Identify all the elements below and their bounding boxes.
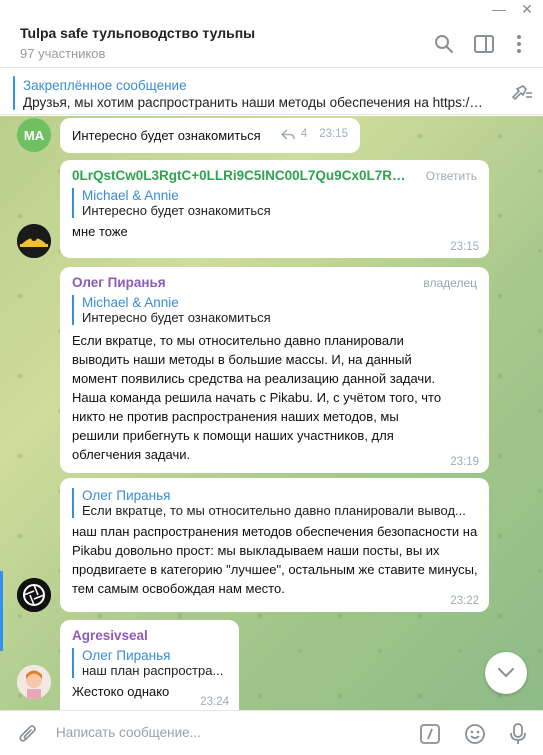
chat-header: Tulpa safe тульповодство тульпы 97 участ… (0, 20, 543, 68)
reply-author: Олег Пиранья (82, 648, 171, 663)
reply-action[interactable]: Ответить (426, 169, 477, 183)
reply-author: Michael & Annie (82, 188, 179, 203)
message-input[interactable]: Написать сообщение... (56, 725, 201, 740)
message-text: мне тоже (72, 224, 128, 239)
avatar[interactable]: MA (17, 118, 51, 152)
reply-text: Если вкратце, то мы относительно давно п… (82, 503, 466, 518)
pinned-text: Друзья, мы хотим распространить наши мет… (23, 95, 483, 110)
message-time: 23:22 (450, 595, 479, 607)
attach-icon[interactable] (14, 720, 42, 748)
more-vert-icon[interactable] (505, 30, 533, 58)
pin-list-icon[interactable] (509, 83, 532, 101)
message-text: Если вкратце, то мы относительно давно п… (72, 333, 442, 462)
sender-name[interactable]: Олег Пиранья (72, 267, 477, 290)
window-titlebar: — ✕ (0, 0, 543, 20)
selection-indicator (0, 571, 3, 651)
sender-name[interactable]: 0LrQstCw0L3RgtC+0LLRi9C5INC00L7Qu9Cx0L7R… (72, 160, 412, 183)
sidebar-toggle-icon[interactable] (470, 30, 498, 58)
reply-quote[interactable]: Michael & Annie Интересно будет ознакоми… (72, 188, 477, 218)
reply-quote[interactable]: Олег Пиранья наш план распростра... (72, 648, 227, 678)
message-time: 23:24 (200, 696, 229, 708)
close-icon[interactable]: ✕ (515, 0, 539, 20)
sender-name[interactable]: Agresivseal (72, 620, 227, 643)
reply-text: наш план распростра... (82, 663, 224, 678)
bot-commands-icon[interactable] (416, 720, 444, 748)
chevron-down-icon (498, 668, 514, 678)
message-bubble[interactable]: Agresivseal Олег Пиранья наш план распро… (60, 620, 239, 710)
message-text: наш план распространения методов обеспеч… (72, 524, 478, 596)
message-bubble[interactable]: Олег Пиранья Если вкратце, то мы относит… (60, 478, 489, 612)
pinned-title: Закреплённое сообщение (23, 78, 187, 93)
emoji-icon[interactable] (461, 720, 489, 748)
message-bubble[interactable]: 0LrQstCw0L3RgtC+0LLRi9C5INC00L7Qu9Cx0L7R… (60, 160, 489, 258)
pinned-message-bar[interactable]: Закреплённое сообщение Друзья, мы хотим … (0, 69, 543, 115)
minimize-icon[interactable]: — (487, 0, 511, 20)
pinned-indicator (13, 76, 15, 110)
reply-arrow-icon (280, 128, 295, 140)
avatar[interactable] (17, 578, 51, 612)
message-composer: Написать сообщение... (0, 710, 543, 755)
message-list[interactable]: MA Интересно будет ознакомиться 4 23:15 … (0, 116, 543, 710)
avatar[interactable] (17, 665, 51, 699)
reply-text: Интересно будет ознакомиться (82, 203, 271, 218)
reply-quote[interactable]: Michael & Annie Интересно будет ознакоми… (72, 295, 477, 325)
avatar[interactable] (17, 224, 51, 258)
message-time: 23:15 (319, 128, 348, 140)
search-icon[interactable] (430, 30, 458, 58)
reply-text: Интересно будет ознакомиться (82, 310, 271, 325)
message-time: 23:19 (450, 456, 479, 468)
message-bubble[interactable]: Интересно будет ознакомиться 4 23:15 (60, 118, 360, 153)
microphone-icon[interactable] (504, 720, 532, 748)
reply-quote[interactable]: Олег Пиранья Если вкратце, то мы относит… (72, 488, 477, 518)
chat-title[interactable]: Tulpa safe тульповодство тульпы (20, 25, 255, 41)
message-bubble[interactable]: Олег Пиранья владелец Michael & Annie Ин… (60, 267, 489, 473)
reply-author: Michael & Annie (82, 295, 179, 310)
message-time: 23:15 (450, 241, 479, 253)
owner-badge: владелец (423, 276, 477, 290)
scroll-down-button[interactable] (485, 652, 527, 694)
reply-count[interactable]: 4 (301, 128, 307, 140)
reply-author: Олег Пиранья (82, 488, 171, 503)
member-count: 97 участников (20, 46, 106, 61)
